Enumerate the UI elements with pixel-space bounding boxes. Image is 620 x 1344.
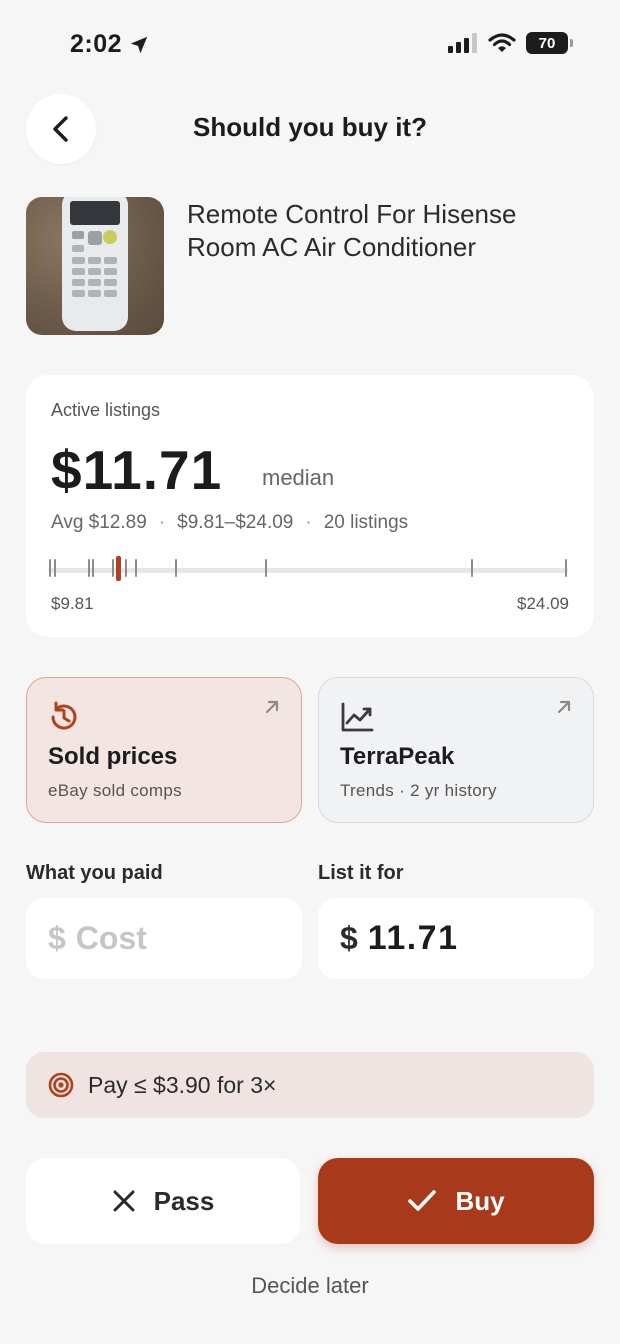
arrow-up-right-icon (557, 700, 571, 714)
average-price: Avg $12.89 (51, 512, 147, 533)
terrapeak-title: TerraPeak (340, 743, 455, 770)
price-tick (111, 559, 114, 577)
listing-stats: Avg $12.89 · $9.81–$24.09 · 20 listings (51, 512, 408, 534)
remote-control-image (62, 197, 128, 331)
stats-separator: · (305, 512, 312, 533)
price-tick (565, 559, 567, 577)
sold-prices-subtitle: eBay sold comps (48, 781, 182, 800)
target-price-banner: Pay ≤ $3.90 for 3× (26, 1052, 594, 1118)
pass-button[interactable]: Pass (26, 1158, 300, 1244)
wifi-icon (488, 33, 516, 52)
arrow-up-right-icon (265, 700, 279, 714)
cost-currency-symbol: $ (48, 920, 66, 956)
buy-button[interactable]: Buy (318, 1158, 594, 1244)
terrapeak-card[interactable]: TerraPeak Trends · 2 yr history (318, 677, 594, 823)
status-time-text: 2:02 (70, 30, 123, 58)
history-icon (51, 701, 77, 730)
pass-button-label: Pass (153, 1185, 215, 1216)
price-tick (54, 559, 57, 577)
price-tick (124, 559, 127, 577)
signal-icon (448, 33, 477, 53)
active-listings-label: Active listings (51, 400, 161, 420)
sold-prices-card[interactable]: Sold prices eBay sold comps (26, 677, 302, 823)
stats-separator: · (158, 512, 166, 533)
active-listings-card: Active listings $11.71 median Avg $12.89… (26, 375, 594, 637)
product-title: Remote Control For Hisense Room AC Air C… (187, 199, 517, 262)
sold-prices-title: Sold prices (48, 743, 178, 770)
close-icon (113, 1190, 135, 1212)
buy-button-label: Buy (455, 1185, 505, 1216)
target-price-text: Pay ≤ $3.90 for 3× (88, 1071, 277, 1098)
list-price-label: List it for (318, 862, 404, 884)
listing-count: 20 listings (323, 512, 409, 533)
decide-later-link[interactable]: Decide later (0, 1273, 620, 1299)
price-tick (92, 559, 94, 577)
list-currency-symbol: $ (340, 920, 358, 956)
cost-field[interactable]: $ (26, 898, 302, 979)
price-tick (49, 559, 51, 577)
status-indicators: 70 (448, 32, 573, 54)
median-price: $11.71 (51, 439, 223, 501)
cost-input[interactable] (75, 920, 302, 957)
battery-level: 70 (538, 34, 556, 52)
price-range: $9.81–$24.09 (177, 512, 294, 533)
paid-label: What you paid (26, 862, 163, 884)
range-min-label: $9.81 (51, 594, 94, 613)
trend-chart-icon (341, 702, 374, 732)
list-price-field[interactable]: $ 11.71 (318, 898, 594, 979)
median-label: median (262, 465, 335, 490)
location-arrow-icon (130, 36, 148, 53)
status-time: 2:02 (70, 30, 150, 59)
target-icon (48, 1072, 74, 1098)
terrapeak-subtitle: Trends · 2 yr history (340, 781, 497, 800)
range-max-label: $24.09 (517, 594, 569, 613)
median-marker (116, 556, 122, 581)
price-tick (175, 559, 178, 577)
battery-indicator: 70 (526, 32, 573, 54)
product-thumbnail[interactable] (26, 197, 164, 335)
list-price-value[interactable]: 11.71 (368, 919, 459, 958)
page-title: Should you buy it? (193, 112, 427, 142)
checkmark-icon (408, 1190, 437, 1211)
